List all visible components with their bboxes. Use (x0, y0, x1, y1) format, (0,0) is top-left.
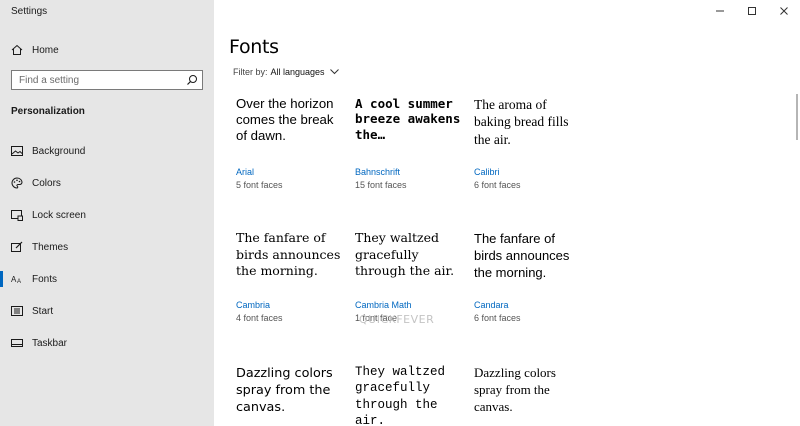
taskbar-icon (11, 337, 23, 349)
minimize-button[interactable] (704, 0, 736, 24)
sidebar-item-themes[interactable]: Themes (0, 231, 214, 263)
sidebar-item-start[interactable]: Start (0, 295, 214, 327)
sidebar-item-label: Background (32, 145, 86, 157)
search-input[interactable] (19, 74, 182, 86)
font-name: Bahnschrift (355, 167, 401, 177)
sidebar-item-label: Lock screen (32, 209, 86, 221)
home-icon (11, 44, 23, 56)
language-filter[interactable]: Filter by: All languages (233, 67, 339, 77)
font-name: Cambria (236, 300, 271, 310)
font-card-ebrima[interactable]: Dazzling colors spray from the canvas. (474, 364, 584, 415)
font-name: Arial (236, 167, 255, 177)
search-icon[interactable] (182, 71, 202, 89)
font-card-cambria[interactable]: The fanfare of birds announces the morni… (236, 230, 346, 323)
main-content: Fonts Filter by: All languages Over the … (214, 0, 800, 426)
font-sample: The fanfare of birds announces the morni… (236, 230, 341, 278)
search-box[interactable] (11, 70, 203, 90)
svg-text:A: A (17, 279, 21, 285)
font-faces: 6 font faces (474, 180, 521, 190)
font-sample: A cool summer breeze awakens the… (355, 96, 461, 142)
font-faces: 4 font faces (236, 313, 283, 323)
section-title: Personalization (11, 106, 85, 117)
font-card-cambria-math[interactable]: They waltzed gracefully through the air.… (355, 230, 465, 323)
font-sample: The fanfare of birds announces the morni… (474, 231, 570, 281)
font-card-candara[interactable]: The fanfare of birds announces the morni… (474, 230, 584, 323)
sidebar-item-label: Start (32, 305, 54, 317)
home-button[interactable]: Home (11, 40, 59, 60)
sidebar-item-label: Fonts (32, 273, 58, 285)
palette-icon (11, 177, 23, 189)
font-sample: Dazzling colors spray from the canvas. (474, 365, 556, 415)
sidebar-item-lock-screen[interactable]: Lock screen (0, 199, 214, 231)
sidebar: Settings Home Personalization Background… (0, 0, 214, 426)
font-name: Candara (474, 300, 509, 310)
font-card-bahnschrift[interactable]: A cool summer breeze awakens the… Bahnsc… (355, 96, 465, 190)
font-sample: Over the horizon comes the break of dawn… (236, 96, 334, 144)
font-name: Calibri (474, 167, 500, 177)
chevron-down-icon (329, 69, 339, 75)
filter-label: Filter by: (233, 67, 268, 77)
start-icon (11, 305, 23, 317)
sidebar-item-background[interactable]: Background (0, 135, 214, 167)
font-faces: 6 font faces (474, 313, 521, 323)
watermark: QUICKFEVER (359, 313, 435, 326)
font-sample: The aroma of baking bread fills the air. (474, 97, 569, 147)
sidebar-item-colors[interactable]: Colors (0, 167, 214, 199)
filter-value: All languages (270, 67, 325, 77)
font-sample: They waltzed gracefully through the air. (355, 365, 446, 426)
close-button[interactable] (768, 0, 800, 24)
maximize-button[interactable] (736, 0, 768, 24)
fonts-icon: AA (11, 273, 23, 285)
sidebar-item-label: Taskbar (32, 337, 68, 349)
picture-icon (11, 145, 23, 157)
font-sample: They waltzed gracefully through the air. (355, 230, 455, 278)
font-card-courier[interactable]: They waltzed gracefully through the air. (355, 364, 465, 426)
window-controls (704, 0, 800, 24)
font-faces: 15 font faces (355, 180, 407, 190)
scrollbar[interactable] (796, 94, 798, 140)
font-faces: 5 font faces (236, 180, 283, 190)
maximize-icon (747, 3, 757, 21)
font-sample: Dazzling colors spray from the canvas. (236, 366, 333, 415)
themes-icon (11, 241, 23, 253)
nav-list: Background Colors Lock screen Themes AA … (0, 135, 214, 359)
font-card-comic[interactable]: Dazzling colors spray from the canvas. (236, 366, 346, 417)
sidebar-item-label: Themes (32, 241, 69, 253)
page-title: Fonts (229, 36, 279, 58)
font-card-calibri[interactable]: The aroma of baking bread fills the air.… (474, 96, 584, 190)
app-title: Settings (11, 6, 48, 17)
font-name: Cambria Math (355, 300, 412, 310)
lock-screen-icon (11, 209, 23, 221)
close-icon (779, 3, 789, 21)
minimize-icon (715, 3, 725, 21)
sidebar-item-fonts[interactable]: AA Fonts (0, 263, 214, 295)
sidebar-item-label: Colors (32, 177, 61, 189)
font-card-arial[interactable]: Over the horizon comes the break of dawn… (236, 96, 346, 190)
sidebar-item-taskbar[interactable]: Taskbar (0, 327, 214, 359)
home-label: Home (32, 44, 59, 56)
